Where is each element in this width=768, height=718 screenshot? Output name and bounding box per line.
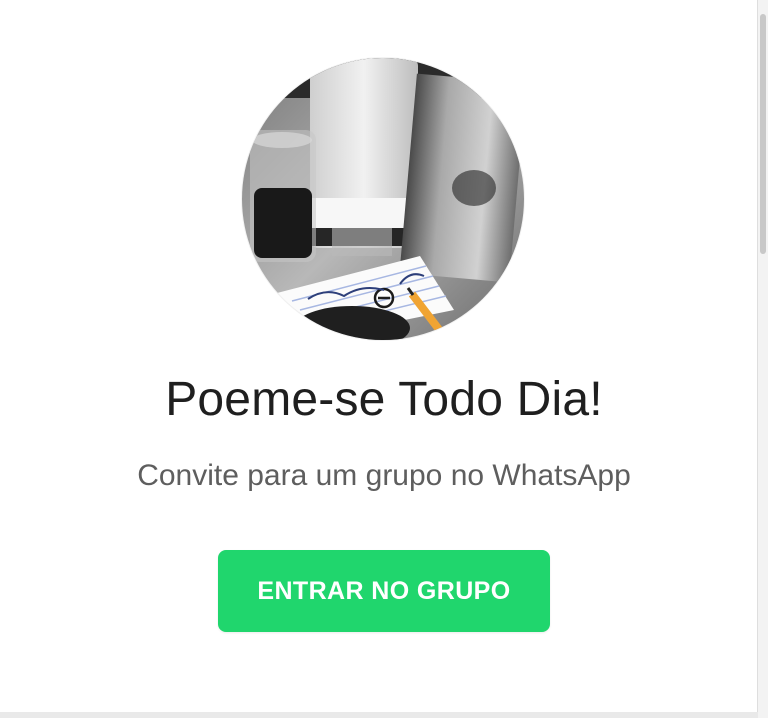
invite-subtitle: Convite para um grupo no WhatsApp bbox=[137, 459, 631, 492]
group-photo-icon bbox=[242, 58, 524, 340]
group-name: Poeme-se Todo Dia! bbox=[165, 373, 603, 426]
group-invite-card: Poeme-se Todo Dia! Convite para um grupo… bbox=[0, 0, 758, 712]
group-photo-image bbox=[242, 58, 524, 340]
scrollbar-thumb[interactable] bbox=[760, 14, 766, 254]
vertical-scrollbar[interactable] bbox=[758, 0, 768, 718]
join-group-button[interactable]: ENTRAR NO GRUPO bbox=[218, 550, 550, 632]
